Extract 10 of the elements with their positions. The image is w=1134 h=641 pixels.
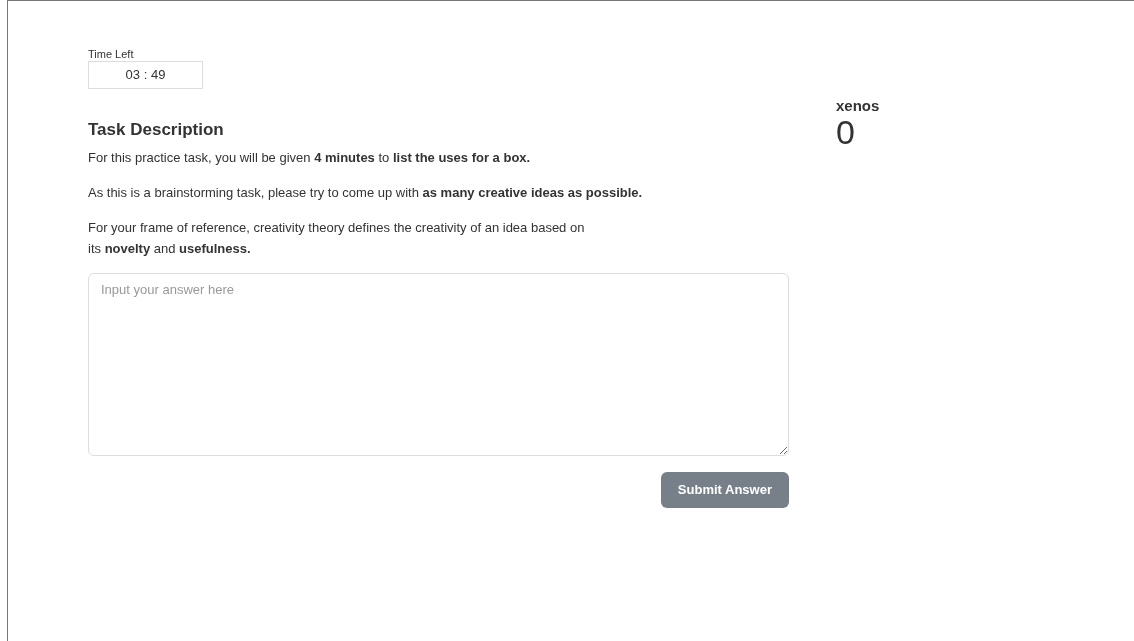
timer-label: Time Left	[88, 48, 135, 62]
task-paragraph: For your frame of reference, creativity theory defines the creativity of an idea based on its novelty and usefulness.	[88, 218, 586, 258]
task-heading: Task Description	[88, 118, 225, 141]
submit-button[interactable]: Submit Answer	[660, 472, 789, 508]
score-value: 0	[836, 114, 856, 149]
task-paragraph: As this is a brainstorming task, please try to come up with as many creative ideas as possible.	[88, 184, 644, 202]
task-paragraph: For this practice task, you will be given 4 minutes to list the uses for a box.	[88, 149, 532, 168]
answer-field[interactable]: Input your answer here	[88, 273, 789, 457]
timer-display: 03 : 49	[88, 61, 203, 89]
player-name: xenos	[836, 98, 880, 115]
